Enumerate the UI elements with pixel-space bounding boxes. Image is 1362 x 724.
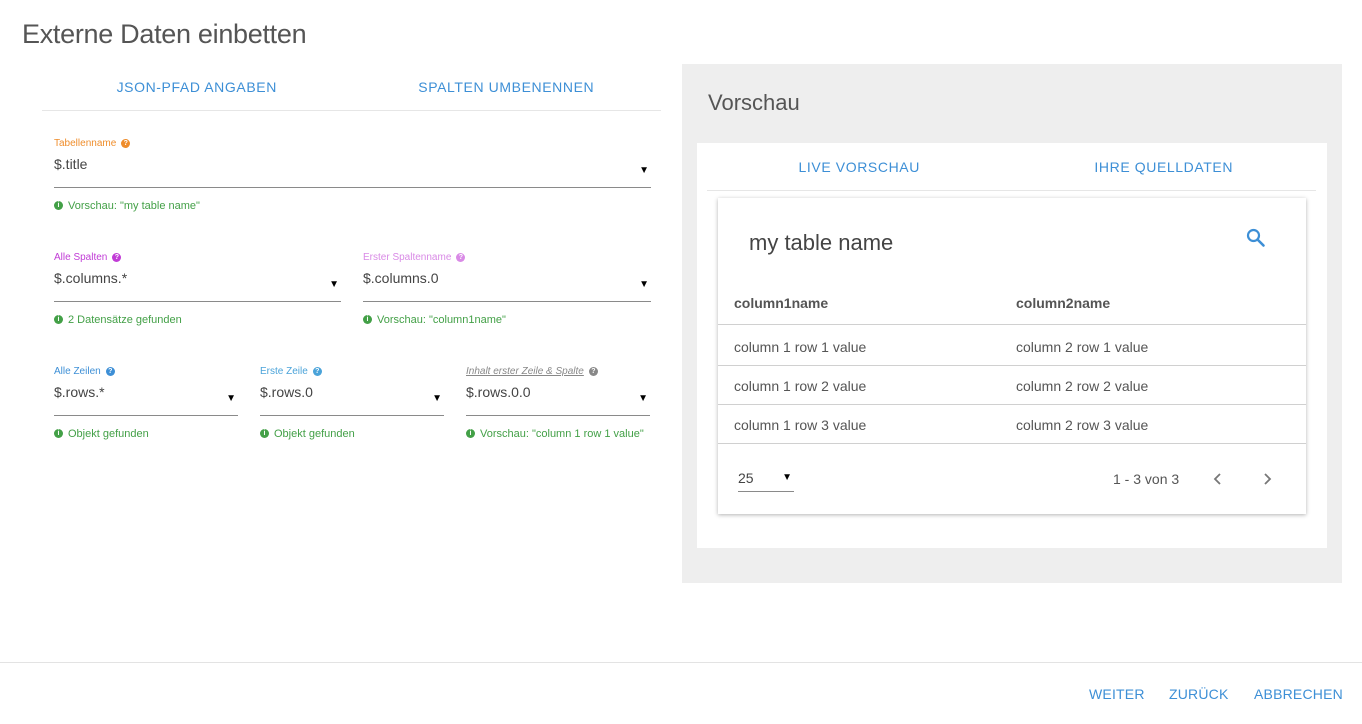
first-row-hint: i Objekt gefunden [260, 423, 444, 445]
tab-rename-columns[interactable]: SPALTEN UMBENENNEN [352, 64, 662, 110]
table-name-select[interactable]: $.title ▼ [54, 154, 651, 188]
caret-down-icon[interactable]: ▼ [226, 393, 236, 404]
first-row-label: Erste Zeile [260, 365, 308, 377]
tab-live-preview[interactable]: LIVE VORSCHAU [707, 143, 1012, 190]
info-circle-icon: i [466, 429, 475, 438]
all-columns-hint: i 2 Datensätze gefunden [54, 309, 341, 331]
question-circle-icon[interactable]: ? [112, 252, 122, 262]
table-cell: column 2 row 2 value [1016, 378, 1149, 394]
caret-down-icon[interactable]: ▼ [782, 472, 792, 483]
all-columns-field: Alle Spalten ? $.columns.* ▼ i 2 Datensä… [54, 250, 341, 331]
info-circle-icon: i [54, 429, 63, 438]
info-circle-icon: i [54, 201, 63, 210]
first-cell-value: $.rows.0.0 [466, 384, 531, 400]
table-cell: column 2 row 3 value [1016, 417, 1149, 433]
question-circle-icon[interactable]: ? [105, 366, 115, 376]
table-name-value: $.title [54, 156, 88, 172]
tab-source-data[interactable]: IHRE QUELLDATEN [1012, 143, 1317, 190]
first-cell-field: Inhalt erster Zeile & Spalte ? $.rows.0.… [466, 364, 650, 445]
table-row: column 1 row 2 value column 2 row 2 valu… [718, 366, 1306, 405]
info-circle-icon: i [54, 315, 63, 324]
first-row-value: $.rows.0 [260, 384, 313, 400]
preview-table: my table name column1name column2name co… [718, 198, 1306, 514]
table-cell: column 1 row 3 value [734, 417, 867, 433]
rows-per-page-select[interactable]: 25 ▼ [738, 470, 794, 492]
dialog-actions: WEITER ZURÜCK ABBRECHEN [0, 662, 1362, 724]
question-circle-icon[interactable]: ? [121, 138, 131, 148]
all-columns-value: $.columns.* [54, 270, 128, 286]
column-header[interactable]: column2name [1016, 295, 1110, 311]
config-tabs: JSON-PFAD ANGABEN SPALTEN UMBENENNEN [42, 64, 661, 111]
rows-per-page-value: 25 [738, 470, 754, 486]
table-cell: column 1 row 2 value [734, 378, 867, 394]
first-column-name-value: $.columns.0 [363, 270, 439, 286]
question-circle-icon[interactable]: ? [456, 252, 466, 262]
first-cell-label: Inhalt erster Zeile & Spalte [466, 365, 584, 377]
back-button[interactable]: ZURÜCK [1169, 686, 1229, 702]
table-name-hint: i Vorschau: "my table name" [54, 195, 651, 217]
question-circle-icon[interactable]: ? [312, 366, 322, 376]
tab-json-path[interactable]: JSON-PFAD ANGABEN [42, 64, 352, 110]
first-row-field: Erste Zeile ? $.rows.0 ▼ i Objekt gefund… [260, 364, 444, 445]
caret-down-icon[interactable]: ▼ [329, 279, 339, 290]
page-info: 1 - 3 von 3 [1113, 471, 1180, 487]
column-header[interactable]: column1name [734, 295, 828, 311]
caret-down-icon[interactable]: ▼ [432, 393, 442, 404]
all-rows-field: Alle Zeilen ? $.rows.* ▼ i Objekt gefund… [54, 364, 238, 445]
preview-card: LIVE VORSCHAU IHRE QUELLDATEN my table n… [697, 143, 1327, 548]
table-title: my table name [749, 230, 894, 255]
preview-panel: Vorschau LIVE VORSCHAU IHRE QUELLDATEN m… [682, 64, 1342, 583]
table-pagination: 25 ▼ 1 - 3 von 3 [718, 445, 1306, 514]
caret-down-icon[interactable]: ▼ [638, 393, 648, 404]
table-row: column 1 row 1 value column 2 row 1 valu… [718, 327, 1306, 366]
table-name-label: Tabellenname [54, 137, 117, 149]
table-row: column 1 row 3 value column 2 row 3 valu… [718, 405, 1306, 444]
chevron-left-icon[interactable] [1208, 469, 1228, 489]
table-cell: column 2 row 1 value [1016, 339, 1149, 355]
chevron-right-icon[interactable] [1257, 469, 1277, 489]
cancel-button[interactable]: ABBRECHEN [1254, 686, 1343, 702]
table-name-field: Tabellenname ? $.title ▼ i Vorschau: "my… [54, 136, 651, 217]
dialog-title: Externe Daten einbetten [22, 19, 307, 49]
all-columns-label: Alle Spalten [54, 251, 108, 263]
caret-down-icon[interactable]: ▼ [639, 165, 649, 176]
table-cell: column 1 row 1 value [734, 339, 867, 355]
info-circle-icon: i [363, 315, 372, 324]
table-header: column1name column2name [718, 285, 1306, 325]
all-rows-hint: i Objekt gefunden [54, 423, 238, 445]
question-circle-icon[interactable]: ? [588, 366, 598, 376]
all-rows-select[interactable]: $.rows.* ▼ [54, 382, 238, 416]
caret-down-icon[interactable]: ▼ [639, 279, 649, 290]
first-column-name-field: Erster Spaltenname ? $.columns.0 ▼ i Vor… [363, 250, 651, 331]
all-rows-value: $.rows.* [54, 384, 105, 400]
info-circle-icon: i [260, 429, 269, 438]
first-row-select[interactable]: $.rows.0 ▼ [260, 382, 444, 416]
all-rows-label: Alle Zeilen [54, 365, 101, 377]
search-icon[interactable] [1244, 226, 1268, 250]
preview-tabs: LIVE VORSCHAU IHRE QUELLDATEN [707, 143, 1316, 191]
preview-title: Vorschau [708, 90, 800, 115]
first-column-name-select[interactable]: $.columns.0 ▼ [363, 268, 651, 302]
first-column-name-label: Erster Spaltenname [363, 251, 452, 263]
first-cell-hint: i Vorschau: "column 1 row 1 value" [466, 423, 650, 445]
first-cell-select[interactable]: $.rows.0.0 ▼ [466, 382, 650, 416]
next-button[interactable]: WEITER [1089, 686, 1145, 702]
all-columns-select[interactable]: $.columns.* ▼ [54, 268, 341, 302]
first-column-name-hint: i Vorschau: "column1name" [363, 309, 651, 331]
